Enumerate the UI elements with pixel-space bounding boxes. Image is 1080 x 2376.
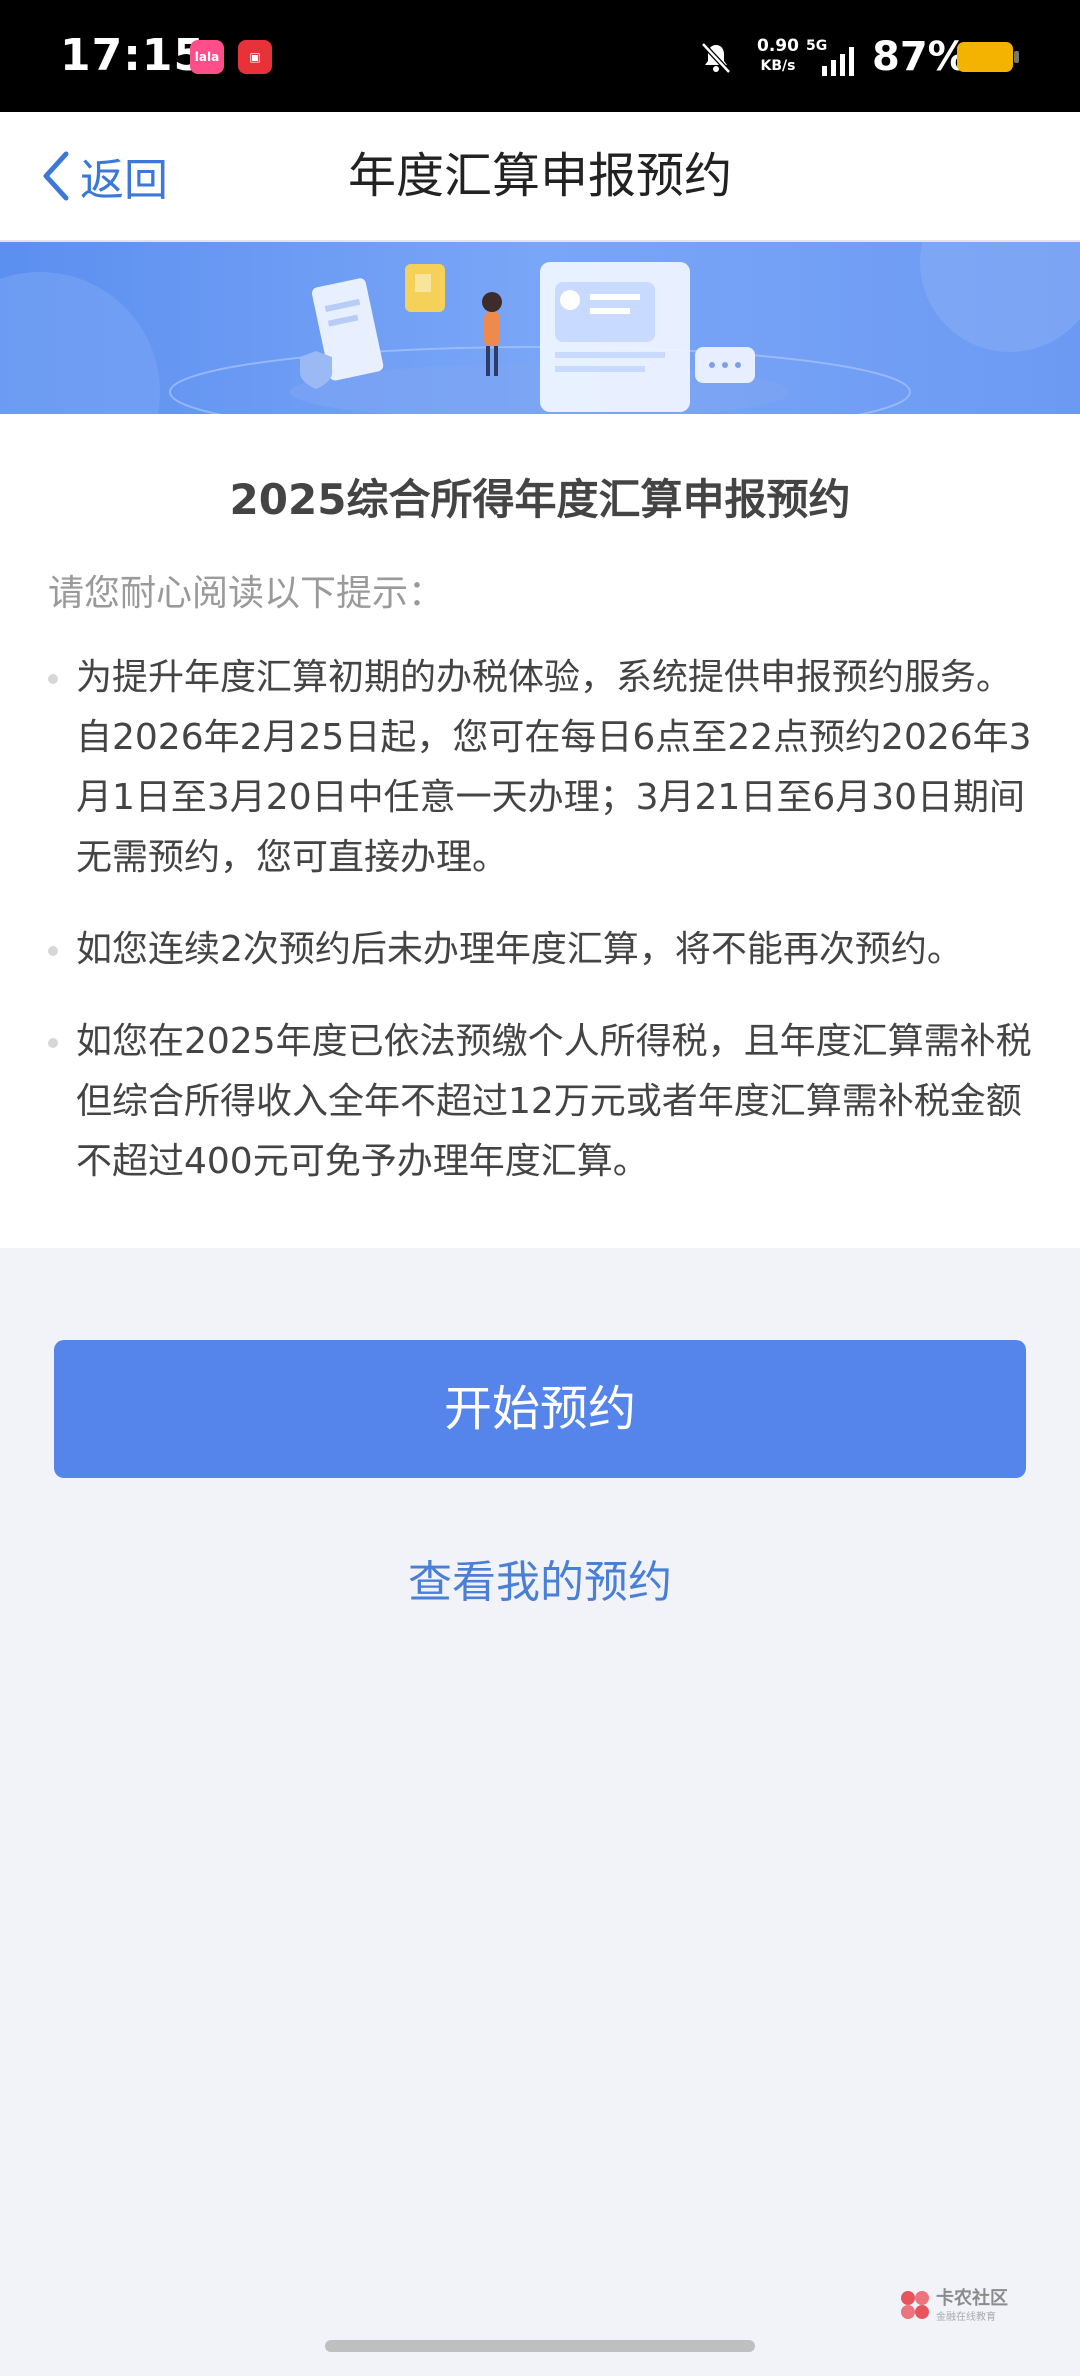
tip-text: 为提升年度汇算初期的办税体验，系统提供申报预约服务。自2026年2月25日起，您… xyxy=(76,657,1032,878)
banner-illustration xyxy=(0,242,1080,414)
status-time: 17:15 xyxy=(60,30,206,81)
bullet-dot-icon xyxy=(48,674,58,684)
tips-list: 为提升年度汇算初期的办税体验，系统提供申报预约服务。自2026年2月25日起，您… xyxy=(48,648,1038,1224)
list-item: 如您在2025年度已依法预缴个人所得税，且年度汇算需补税但综合所得收入全年不超过… xyxy=(48,1012,1038,1192)
page-title: 年度汇算申报预约 xyxy=(347,148,732,204)
start-reservation-button[interactable]: 开始预约 xyxy=(54,1340,1026,1478)
app-badge-icon: ▣ xyxy=(238,40,272,74)
watermark-sub: 金融在线教育 xyxy=(936,2312,996,2323)
tip-text: 如您连续2次预约后未办理年度汇算，将不能再次预约。 xyxy=(76,929,963,970)
net-speed-value: 0.90 xyxy=(757,36,799,56)
battery-percent: 87% xyxy=(872,34,968,80)
header-banner xyxy=(0,242,1080,414)
tip-text: 如您在2025年度已依法预缴个人所得税，且年度汇算需补税但综合所得收入全年不超过… xyxy=(76,1021,1032,1182)
notice-card: 2025综合所得年度汇算申报预约 请您耐心阅读以下提示： 为提升年度汇算初期的办… xyxy=(0,414,1080,1248)
bullet-dot-icon xyxy=(48,1038,58,1048)
card-title: 2025综合所得年度汇算申报预约 xyxy=(229,475,851,524)
view-my-reservation-link[interactable]: 查看我的预约 xyxy=(0,1546,1080,1610)
bullet-dot-icon xyxy=(48,946,58,956)
nav-bar: 返回 年度汇算申报预约 xyxy=(0,112,1080,242)
net-speed: 0.90 KB/s xyxy=(748,36,808,76)
app-badge-icon: lala xyxy=(190,40,224,74)
watermark-name: 卡农社区 xyxy=(936,2288,1008,2309)
home-indicator[interactable] xyxy=(325,2340,755,2352)
status-bar: 17:15 lala ▣ 0.90 KB/s 5G 87% xyxy=(0,0,1080,112)
battery-icon xyxy=(957,42,1019,72)
list-item: 如您连续2次预约后未办理年度汇算，将不能再次预约。 xyxy=(48,920,1038,980)
logo-icon xyxy=(901,2291,929,2319)
signal-icon xyxy=(822,47,854,76)
watermark-logo: 卡农社区 金融在线教育 xyxy=(898,2284,1028,2328)
bell-muted-icon xyxy=(701,42,731,74)
net-speed-unit: KB/s xyxy=(760,58,796,74)
list-item: 为提升年度汇算初期的办税体验，系统提供申报预约服务。自2026年2月25日起，您… xyxy=(48,648,1038,888)
card-subtitle: 请您耐心阅读以下提示： xyxy=(48,573,445,614)
